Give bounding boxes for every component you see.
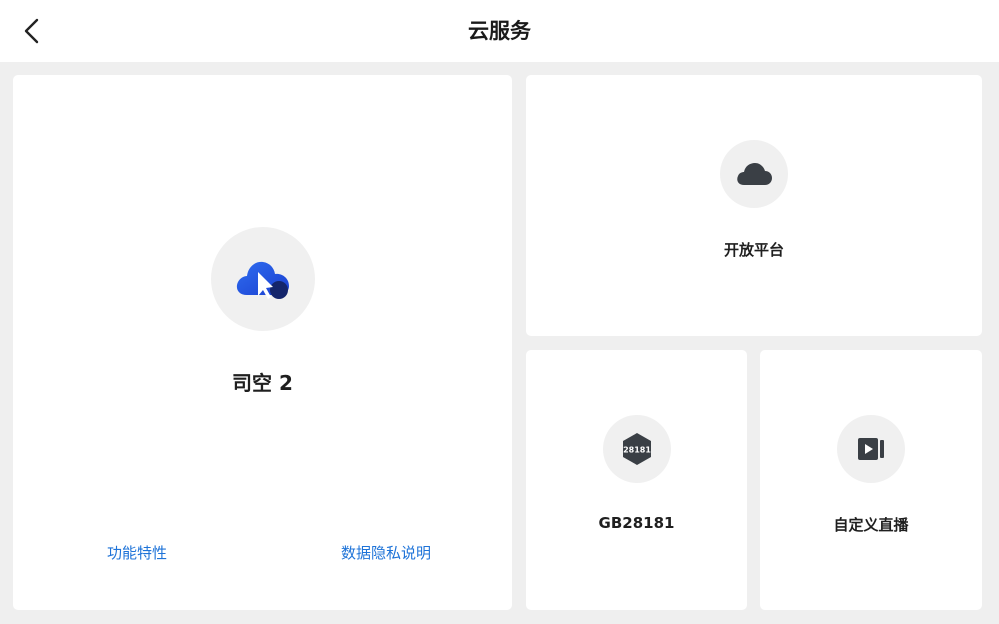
sikong-icon-circle xyxy=(211,227,315,331)
open-platform-icon-circle xyxy=(720,140,788,208)
features-link[interactable]: 功能特性 xyxy=(107,542,167,563)
gb28181-icon-circle: 28181 xyxy=(603,415,671,483)
cloud-icon xyxy=(737,163,772,185)
gb28181-icon-text: 28181 xyxy=(623,446,651,455)
open-platform-card[interactable]: 开放平台 xyxy=(526,75,982,336)
gb28181-hexagon-icon: 28181 xyxy=(623,433,651,465)
open-platform-label: 开放平台 xyxy=(723,241,784,259)
sikong-label: 司空 2 xyxy=(232,371,293,395)
gb28181-card[interactable]: 28181 GB28181 xyxy=(526,350,747,610)
top-bar: 云服务 xyxy=(0,0,999,62)
sikong-card[interactable]: 司空 2 功能特性 数据隐私说明 xyxy=(13,75,512,610)
cloud-cursor-icon xyxy=(236,261,289,299)
live-play-icon xyxy=(858,438,884,460)
custom-live-label: 自定义直播 xyxy=(833,516,909,534)
gb28181-label: GB28181 xyxy=(598,514,675,532)
custom-live-card[interactable]: 自定义直播 xyxy=(760,350,982,610)
page-title: 云服务 xyxy=(468,19,531,43)
privacy-link[interactable]: 数据隐私说明 xyxy=(341,542,431,563)
custom-live-icon-circle xyxy=(837,415,905,483)
